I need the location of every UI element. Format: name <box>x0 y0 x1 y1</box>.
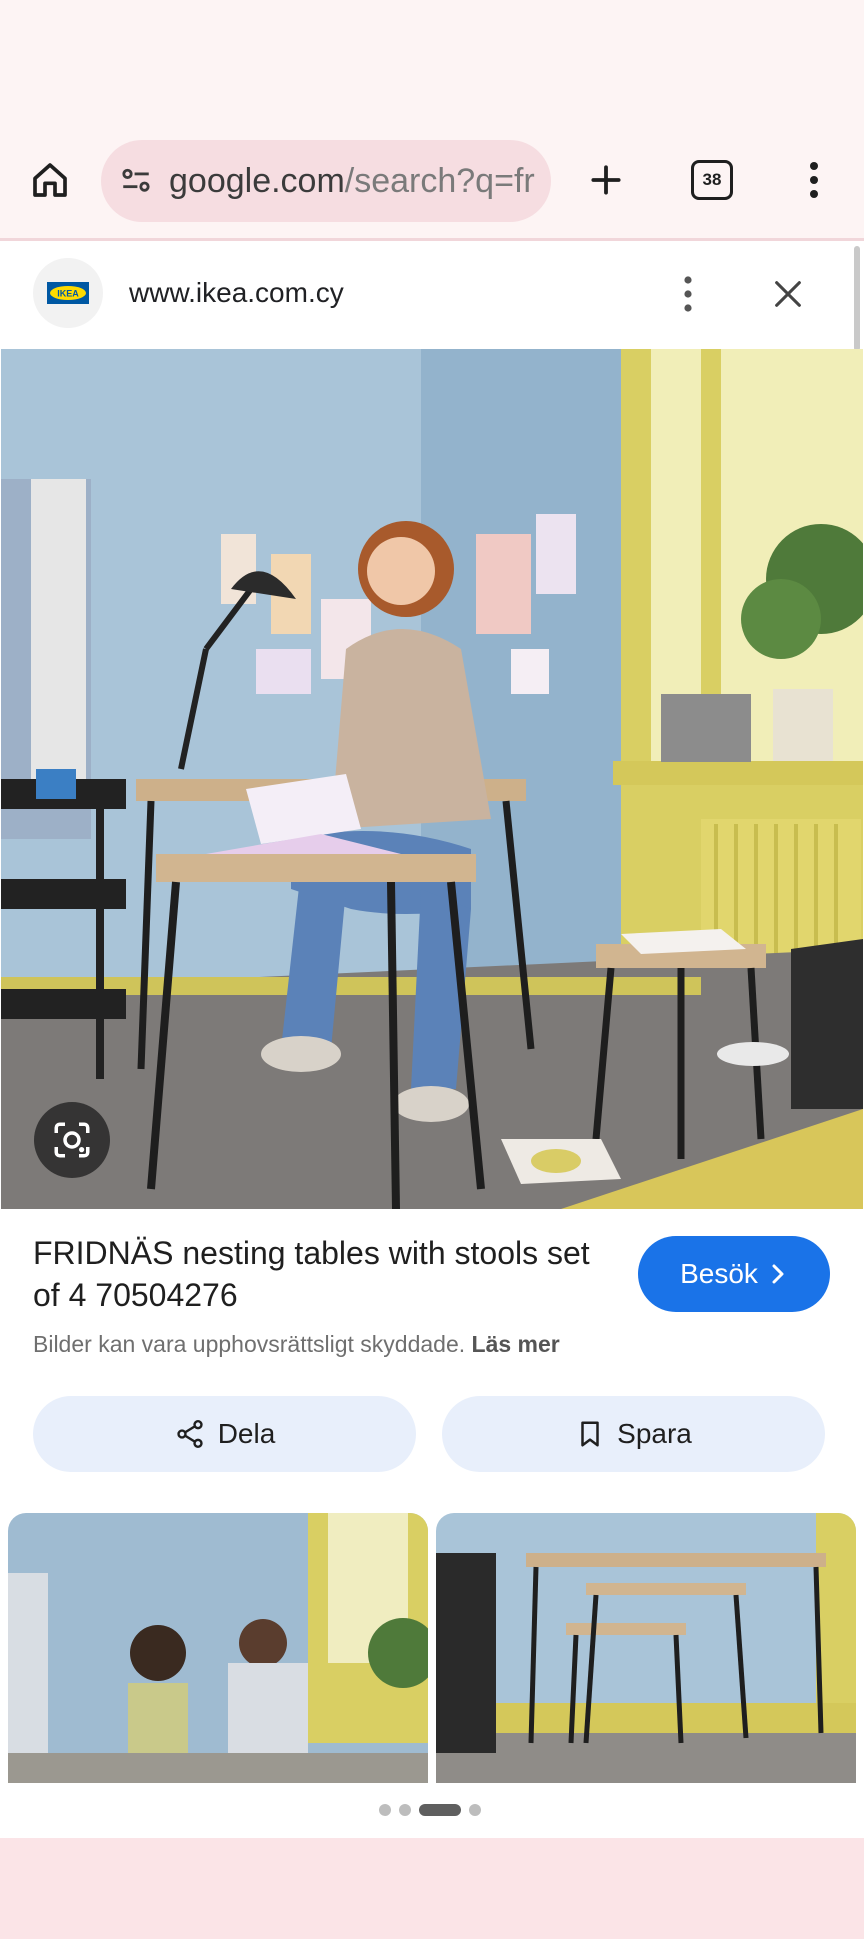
main-product-image[interactable] <box>1 349 863 1209</box>
tab-count: 38 <box>702 170 722 189</box>
tab-switcher-button[interactable]: 38 <box>690 158 734 202</box>
google-lens-icon <box>54 1122 90 1158</box>
bottom-nav-area <box>0 1838 864 1939</box>
tab-switcher-icon: 38 <box>691 160 733 200</box>
share-icon <box>177 1420 203 1448</box>
google-lens-button[interactable] <box>34 1102 110 1178</box>
related-image-2[interactable] <box>436 1513 856 1783</box>
url-path: /search?q=fr <box>344 162 535 200</box>
visit-button-label: Besök <box>680 1258 758 1289</box>
related-image-2-scene <box>436 1513 856 1783</box>
related-image-1[interactable] <box>8 1513 428 1783</box>
home-button[interactable] <box>24 150 76 210</box>
share-button[interactable]: Dela <box>33 1396 416 1472</box>
read-more-link[interactable]: Läs mer <box>472 1331 560 1357</box>
copyright-notice: Bilder kan vara upphovsrättsligt skyddad… <box>33 1328 560 1360</box>
chevron-right-icon <box>772 1264 784 1284</box>
carousel-pagination <box>379 1803 481 1817</box>
more-vert-icon <box>684 276 692 312</box>
panel-more-button[interactable] <box>670 270 706 318</box>
plus-icon <box>591 165 621 195</box>
site-favicon: IKEA <box>33 258 103 328</box>
carousel-dot-active[interactable] <box>419 1804 461 1816</box>
address-bar[interactable]: google.com/search?q=fr <box>101 140 551 222</box>
home-icon <box>33 163 67 197</box>
close-panel-button[interactable] <box>764 270 812 318</box>
copyright-text: Bilder kan vara upphovsrättsligt skyddad… <box>33 1331 466 1357</box>
scrollbar[interactable] <box>854 246 860 351</box>
room-scene <box>1 349 863 1209</box>
source-site-url[interactable]: www.ikea.com.cy <box>129 273 344 313</box>
save-button[interactable]: Spara <box>442 1396 825 1472</box>
visit-button[interactable]: Besök <box>638 1236 830 1312</box>
bookmark-icon <box>581 1421 599 1447</box>
new-tab-button[interactable] <box>580 150 632 210</box>
carousel-dot[interactable] <box>469 1804 481 1816</box>
ikea-logo-text: IKEA <box>57 289 79 299</box>
close-icon <box>775 281 801 307</box>
ikea-logo: IKEA <box>47 282 89 304</box>
carousel-dot[interactable] <box>399 1804 411 1816</box>
carousel-dot[interactable] <box>379 1804 391 1816</box>
save-label: Spara <box>617 1418 692 1449</box>
share-label: Dela <box>217 1418 276 1449</box>
url-host: google.com <box>169 162 345 200</box>
product-title[interactable]: FRIDNÄS nesting tables with stools set o… <box>33 1232 603 1316</box>
url-text[interactable]: google.com/search?q=fr <box>169 160 539 202</box>
related-image-1-scene <box>8 1513 428 1783</box>
browser-menu-button[interactable] <box>794 150 834 210</box>
site-tune-icon[interactable] <box>119 164 153 198</box>
more-vert-icon <box>810 162 818 198</box>
